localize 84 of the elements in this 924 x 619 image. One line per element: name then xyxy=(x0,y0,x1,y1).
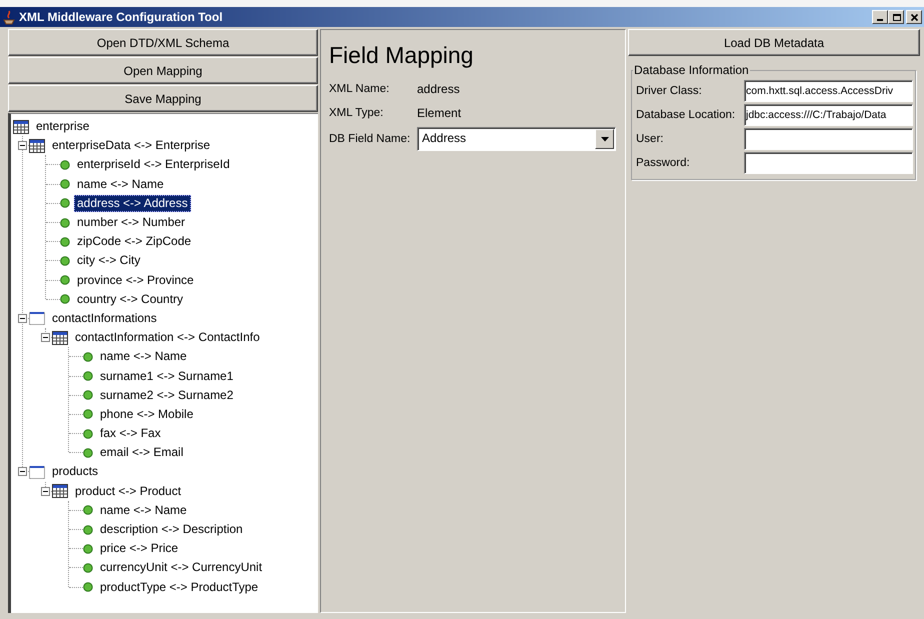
tree-item[interactable]: name <-> Name xyxy=(97,502,190,519)
tree-item[interactable]: enterpriseId <-> EnterpriseId xyxy=(74,156,233,174)
dot-icon xyxy=(83,428,93,439)
dot-icon xyxy=(83,505,93,516)
input-field[interactable] xyxy=(744,128,913,150)
collapse-toggle[interactable] xyxy=(18,141,27,150)
table-icon xyxy=(13,120,29,134)
collapse-toggle[interactable] xyxy=(18,314,27,323)
table-icon xyxy=(29,138,45,153)
input-field[interactable] xyxy=(744,152,913,174)
dot-icon xyxy=(83,582,93,592)
dot-icon xyxy=(60,198,70,208)
save-mapping-button[interactable]: Save Mapping xyxy=(8,85,318,112)
dropdown-arrow-icon xyxy=(600,136,608,142)
dot-icon xyxy=(60,179,70,190)
field-label: Driver Class: xyxy=(636,85,703,97)
close-button[interactable] xyxy=(906,10,922,24)
group-title: Database Information xyxy=(633,63,750,77)
tree-item[interactable]: phone <-> Mobile xyxy=(97,406,196,423)
field-value: Element xyxy=(417,106,462,120)
tree-item[interactable]: fax <-> Fax xyxy=(97,425,164,442)
panel-title: Field Mapping xyxy=(329,42,474,69)
close-icon xyxy=(910,12,918,22)
tree-item[interactable]: number <-> Number xyxy=(74,214,188,232)
dot-icon xyxy=(83,371,93,382)
tree-item[interactable]: enterprise xyxy=(33,118,92,136)
collapse-toggle[interactable] xyxy=(41,486,50,496)
tree-item[interactable]: contactInformations xyxy=(49,310,160,327)
input-field[interactable]: jdbc:access:///C:/Trabajo/Data xyxy=(744,104,913,126)
dot-icon xyxy=(60,218,70,228)
maximize-button[interactable] xyxy=(888,10,904,24)
table-icon xyxy=(52,330,68,345)
dot-icon xyxy=(60,236,70,247)
tree-item[interactable]: currencyUnit <-> CurrencyUnit xyxy=(97,559,266,576)
minimize-icon xyxy=(877,19,883,21)
field-label: Password: xyxy=(636,157,691,169)
field-label: User: xyxy=(636,133,664,145)
tree-item[interactable]: price <-> Price xyxy=(97,540,182,558)
tree-item[interactable]: name <-> Name xyxy=(74,176,167,193)
tree-item[interactable]: surname2 <-> Surname2 xyxy=(97,386,236,404)
dotted-box-icon xyxy=(29,311,45,326)
collapse-toggle[interactable] xyxy=(41,333,50,342)
dot-icon xyxy=(60,256,70,266)
dot-icon xyxy=(60,294,70,304)
maximize-icon xyxy=(892,12,900,22)
load-db-metadata-button[interactable]: Load DB Metadata xyxy=(628,29,920,56)
field-label: DB Field Name: xyxy=(329,133,412,145)
dot-icon xyxy=(83,562,93,573)
field-value: address xyxy=(417,82,460,96)
open-mapping-button[interactable]: Open Mapping xyxy=(8,57,318,84)
field-label: XML Type: xyxy=(329,107,384,119)
tree-item[interactable]: address <-> Address xyxy=(74,194,191,212)
tree-item[interactable]: productType <-> ProductType xyxy=(97,578,262,596)
db-field-dropdown[interactable]: Address xyxy=(417,127,616,151)
input-field[interactable]: com.hxtt.sql.access.AccessDriv xyxy=(744,80,913,102)
dot-icon xyxy=(60,275,70,286)
tree-item[interactable]: name <-> Name xyxy=(97,348,190,366)
dotted-box-icon xyxy=(29,464,45,479)
tree-item[interactable]: contactInformation <-> ContactInfo xyxy=(72,329,263,346)
tree-item[interactable]: enterpriseData <-> Enterprise xyxy=(49,137,214,154)
field-label: XML Name: xyxy=(329,83,390,95)
window-title: XML Middleware Configuration Tool xyxy=(19,10,224,24)
collapse-toggle[interactable] xyxy=(18,467,27,476)
dot-icon xyxy=(83,524,93,535)
tree-item[interactable]: city <-> City xyxy=(74,252,144,270)
tree-item[interactable]: product <-> Product xyxy=(72,482,184,500)
tree-item[interactable]: province <-> Province xyxy=(74,272,197,289)
open-schema-button[interactable]: Open DTD/XML Schema xyxy=(8,29,318,56)
table-icon xyxy=(52,484,68,498)
minimize-button[interactable] xyxy=(872,10,888,24)
tree-item[interactable]: surname1 <-> Surname1 xyxy=(97,368,236,385)
dot-icon xyxy=(83,448,93,458)
tree-item[interactable]: description <-> Description xyxy=(97,521,246,538)
tree-item[interactable]: products xyxy=(49,463,102,480)
coffee-cup-icon xyxy=(3,10,15,24)
tree-item[interactable]: zipCode <-> ZipCode xyxy=(74,233,194,250)
tree-item[interactable]: email <-> Email xyxy=(97,444,186,462)
field-label: Database Location: xyxy=(636,109,736,121)
dot-icon xyxy=(83,409,93,420)
tree-item[interactable]: country <-> Country xyxy=(74,290,186,308)
dot-icon xyxy=(83,352,93,362)
dot-icon xyxy=(83,544,93,554)
dot-icon xyxy=(83,390,93,400)
dot-icon xyxy=(60,160,70,170)
